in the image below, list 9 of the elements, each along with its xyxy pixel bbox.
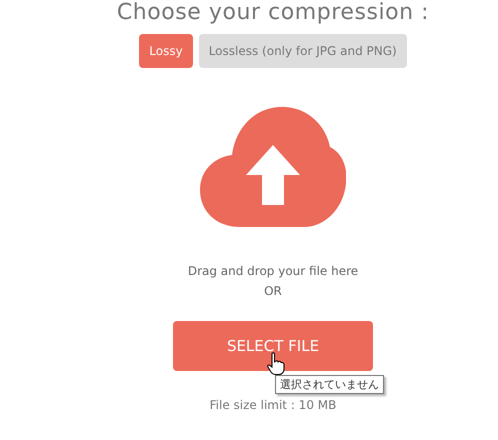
- mode-tab[interactable]: Lossy: [139, 34, 193, 68]
- mode-tab[interactable]: Lossless (only for JPG and PNG): [198, 34, 407, 68]
- page-title: Choose your compression :: [116, 0, 430, 26]
- or-label: OR: [264, 283, 282, 300]
- drop-hint: Drag and drop your file here: [188, 263, 358, 280]
- file-size-limit: File size limit : 10 MB: [210, 397, 336, 413]
- select-file-button[interactable]: SELECT FILE: [173, 321, 373, 371]
- hand-cursor-icon: [267, 352, 285, 376]
- tooltip: 選択されていません: [275, 375, 384, 394]
